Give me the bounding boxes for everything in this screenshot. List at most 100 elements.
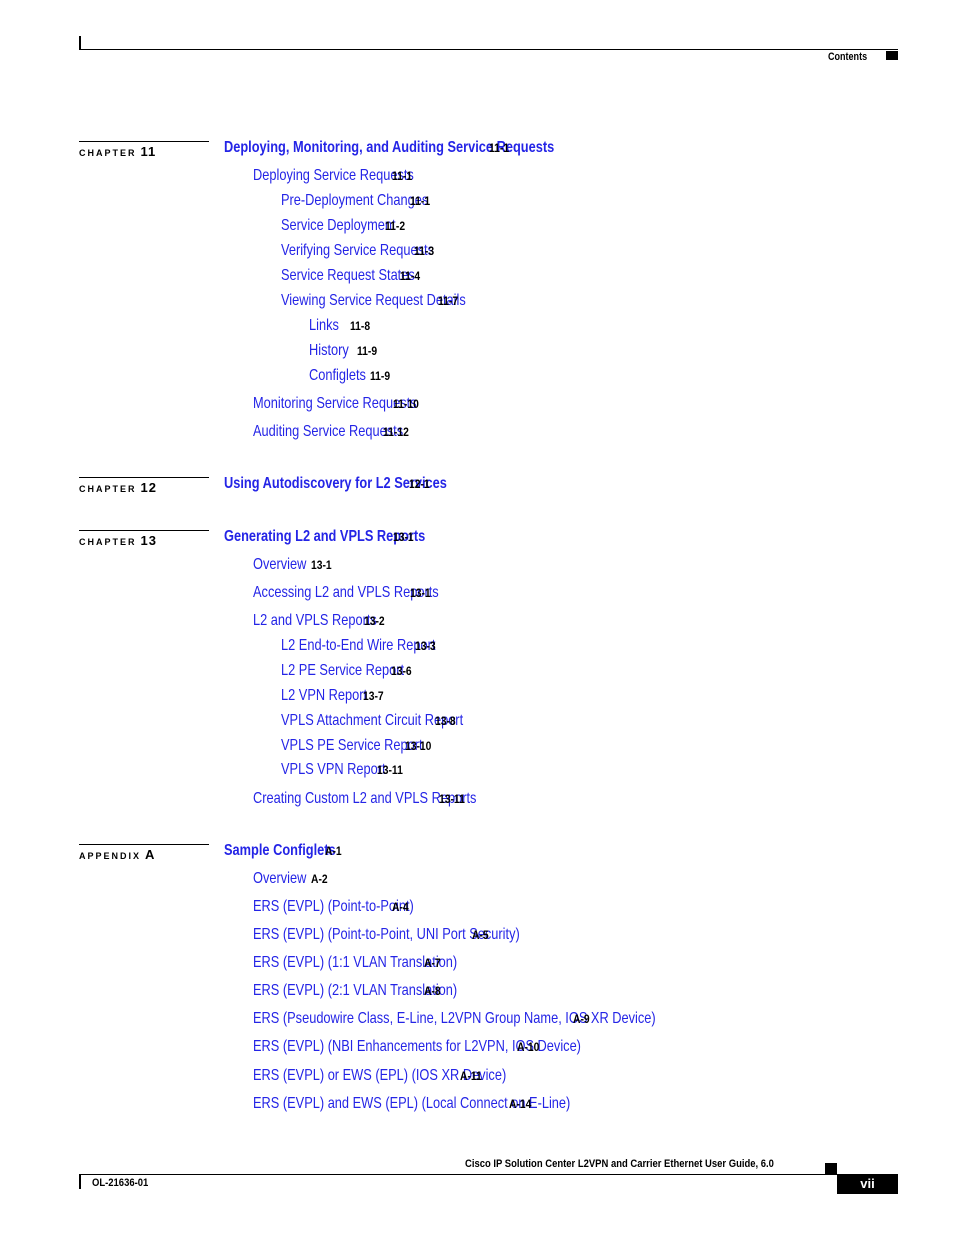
toc-entry-page[interactable]: A-1 <box>325 844 342 858</box>
toc-entry-page[interactable]: A-8 <box>424 984 441 998</box>
toc-entry[interactable]: ERS (Pseudowire Class, E-Line, L2VPN Gro… <box>253 1010 656 1028</box>
toc-entry-title[interactable]: Using Autodiscovery for L2 Services <box>224 475 447 493</box>
toc-entry-page[interactable]: 13-7 <box>363 689 384 703</box>
toc-entry-page[interactable]: 11-10 <box>393 397 419 411</box>
toc-entry[interactable]: Links 11-8 <box>309 317 373 335</box>
toc-entry-title[interactable]: ERS (Pseudowire Class, E-Line, L2VPN Gro… <box>253 1010 656 1028</box>
toc-entry[interactable]: Creating Custom L2 and VPLS Reports13-11 <box>253 790 476 808</box>
toc-entry-page[interactable]: 11-2 <box>385 219 405 233</box>
toc-entry-page[interactable]: 13-2 <box>364 614 385 628</box>
toc-entry-page[interactable]: 13-1 <box>393 530 414 544</box>
toc-entry-title[interactable]: Overview <box>253 870 306 888</box>
toc-entry-title[interactable]: Generating L2 and VPLS Reports <box>224 528 425 546</box>
toc-entry-title[interactable]: L2 End-to-End Wire Report <box>281 637 435 655</box>
toc-entry-title[interactable]: ERS (EVPL) (Point-to-Point) <box>253 898 414 916</box>
toc-entry[interactable]: Service Deployment11-2 <box>281 217 408 235</box>
toc-entry-title[interactable]: Configlets <box>309 367 366 385</box>
toc-entry[interactable]: Verifying Service Requests11-3 <box>281 242 437 260</box>
toc-entry-page[interactable]: 11-1 <box>392 169 412 183</box>
toc-entry-page[interactable]: 11-3 <box>414 244 434 258</box>
toc-entry-title[interactable]: ERS (EVPL) (1:1 VLAN Translation) <box>253 954 457 972</box>
toc-entry-page[interactable]: 13-11 <box>377 763 403 777</box>
toc-entry-title[interactable]: Monitoring Service Requests <box>253 395 417 413</box>
toc-entry[interactable]: Overview 13-1 <box>253 556 335 574</box>
toc-entry-page[interactable]: A-7 <box>424 956 441 970</box>
toc-entry-page[interactable]: 11-12 <box>383 425 409 439</box>
toc-entry[interactable]: Service Request States11-4 <box>281 267 423 285</box>
toc-entry-title[interactable]: Sample Configlets <box>224 842 336 860</box>
toc-entry[interactable]: VPLS VPN Report13-11 <box>281 761 407 779</box>
toc-entry-title[interactable]: Accessing L2 and VPLS Reports <box>253 584 439 602</box>
toc-entry-page[interactable]: A-5 <box>472 928 489 942</box>
toc-entry-page[interactable]: 13-10 <box>405 739 431 753</box>
toc-entry[interactable]: VPLS Attachment Circuit Report13-8 <box>281 712 463 730</box>
toc-entry-page[interactable]: 11-7 <box>438 294 458 308</box>
toc-entry[interactable]: ERS (EVPL) and EWS (EPL) (Local Connect … <box>253 1095 570 1113</box>
toc-entry-page[interactable]: A-9 <box>573 1012 590 1026</box>
toc-entry-page[interactable]: 13-6 <box>391 664 412 678</box>
toc-entry-title[interactable]: VPLS PE Service Report <box>281 737 423 755</box>
toc-entry[interactable]: ERS (EVPL) (2:1 VLAN Translation)A-8 <box>253 982 457 1000</box>
toc-entry[interactable]: Deploying Service Requests11-1 <box>253 167 415 185</box>
chapter-title-link[interactable]: Using Autodiscovery for L2 Services12-1 <box>224 475 447 493</box>
toc-entry-title[interactable]: Links <box>309 317 339 335</box>
toc-entry-page[interactable]: 13-8 <box>435 714 456 728</box>
toc-entry-title[interactable]: Service Deployment <box>281 217 396 235</box>
chapter-title-link[interactable]: Sample ConfigletsA-1 <box>224 842 345 860</box>
toc-entry-page[interactable]: A-4 <box>392 900 409 914</box>
toc-entry-page[interactable]: 12-1 <box>409 477 430 491</box>
toc-entry-page[interactable]: 11-1 <box>410 194 430 208</box>
toc-entry[interactable]: L2 VPN Report13-7 <box>281 687 387 705</box>
toc-entry[interactable]: ERS (EVPL) or EWS (EPL) (IOS XR Device)A… <box>253 1067 506 1085</box>
toc-entry-page[interactable]: 11-8 <box>350 319 370 333</box>
toc-entry-page[interactable]: 13-1 <box>311 558 332 572</box>
toc-entry-page[interactable]: 13-1 <box>410 586 431 600</box>
toc-entry[interactable]: ERS (EVPL) (NBI Enhancements for L2VPN, … <box>253 1038 581 1056</box>
toc-entry-title[interactable]: Service Request States <box>281 267 415 285</box>
toc-entry[interactable]: Monitoring Service Requests11-10 <box>253 395 423 413</box>
toc-entry-title[interactable]: Pre-Deployment Changes <box>281 192 428 210</box>
toc-entry[interactable]: Accessing L2 and VPLS Reports13-1 <box>253 584 439 602</box>
toc-entry-title[interactable]: VPLS VPN Report <box>281 761 386 779</box>
toc-entry[interactable]: Auditing Service Requests11-12 <box>253 423 413 441</box>
toc-entry[interactable]: Pre-Deployment Changes11-1 <box>281 192 433 210</box>
toc-entry-title[interactable]: Verifying Service Requests <box>281 242 434 260</box>
toc-entry-page[interactable]: 11-9 <box>357 344 377 358</box>
toc-entry[interactable]: ERS (EVPL) (Point-to-Point, UNI Port Sec… <box>253 926 520 944</box>
toc-entry[interactable]: L2 and VPLS Reports13-2 <box>253 612 388 630</box>
toc-entry[interactable]: History 11-9 <box>309 342 380 360</box>
toc-entry-page[interactable]: 13-3 <box>415 639 436 653</box>
chapter-title-link[interactable]: Deploying, Monitoring, and Auditing Serv… <box>224 139 554 157</box>
toc-entry[interactable]: L2 PE Service Report13-6 <box>281 662 415 680</box>
toc-entry[interactable]: VPLS PE Service Report13-10 <box>281 737 436 755</box>
toc-entry[interactable]: Overview A-2 <box>253 870 330 888</box>
toc-entry-title[interactable]: L2 PE Service Report <box>281 662 404 680</box>
toc-entry-title[interactable]: Overview <box>253 556 306 574</box>
toc-entry-title[interactable]: ERS (EVPL) and EWS (EPL) (Local Connect … <box>253 1095 570 1113</box>
toc-entry-title[interactable]: History <box>309 342 349 360</box>
chapter-title-link[interactable]: Generating L2 and VPLS Reports13-1 <box>224 528 425 546</box>
toc-entry-title[interactable]: ERS (EVPL) (NBI Enhancements for L2VPN, … <box>253 1038 581 1056</box>
toc-entry-title[interactable]: Creating Custom L2 and VPLS Reports <box>253 790 476 808</box>
toc-entry-page[interactable]: 11-4 <box>400 269 420 283</box>
toc-entry-page[interactable]: 11-9 <box>370 369 390 383</box>
toc-entry-title[interactable]: L2 VPN Report <box>281 687 367 705</box>
toc-entry-page[interactable]: 13-11 <box>439 792 465 806</box>
toc-entry-page[interactable]: A-10 <box>517 1040 539 1054</box>
toc-entry[interactable]: L2 End-to-End Wire Report13-3 <box>281 637 439 655</box>
toc-entry-title[interactable]: Auditing Service Requests <box>253 423 403 441</box>
toc-entry-title[interactable]: ERS (EVPL) (2:1 VLAN Translation) <box>253 982 457 1000</box>
toc-entry-page[interactable]: A-2 <box>311 872 328 886</box>
toc-entry-title[interactable]: ERS (EVPL) or EWS (EPL) (IOS XR Device) <box>253 1067 506 1085</box>
toc-entry-title[interactable]: VPLS Attachment Circuit Report <box>281 712 463 730</box>
toc-entry-title[interactable]: Viewing Service Request Details <box>281 292 466 310</box>
toc-entry[interactable]: Configlets 11-9 <box>309 367 393 385</box>
toc-entry-page[interactable]: A-11 <box>460 1069 482 1083</box>
toc-entry-page[interactable]: 11-1 <box>489 141 509 155</box>
toc-entry[interactable]: Viewing Service Request Details11-7 <box>281 292 466 310</box>
toc-entry[interactable]: ERS (EVPL) (1:1 VLAN Translation)A-7 <box>253 954 457 972</box>
toc-entry[interactable]: ERS (EVPL) (Point-to-Point)A-4 <box>253 898 414 916</box>
toc-entry-page[interactable]: A-14 <box>509 1097 531 1111</box>
toc-entry-title[interactable]: Deploying, Monitoring, and Auditing Serv… <box>224 139 554 157</box>
toc-entry-title[interactable]: ERS (EVPL) (Point-to-Point, UNI Port Sec… <box>253 926 520 944</box>
